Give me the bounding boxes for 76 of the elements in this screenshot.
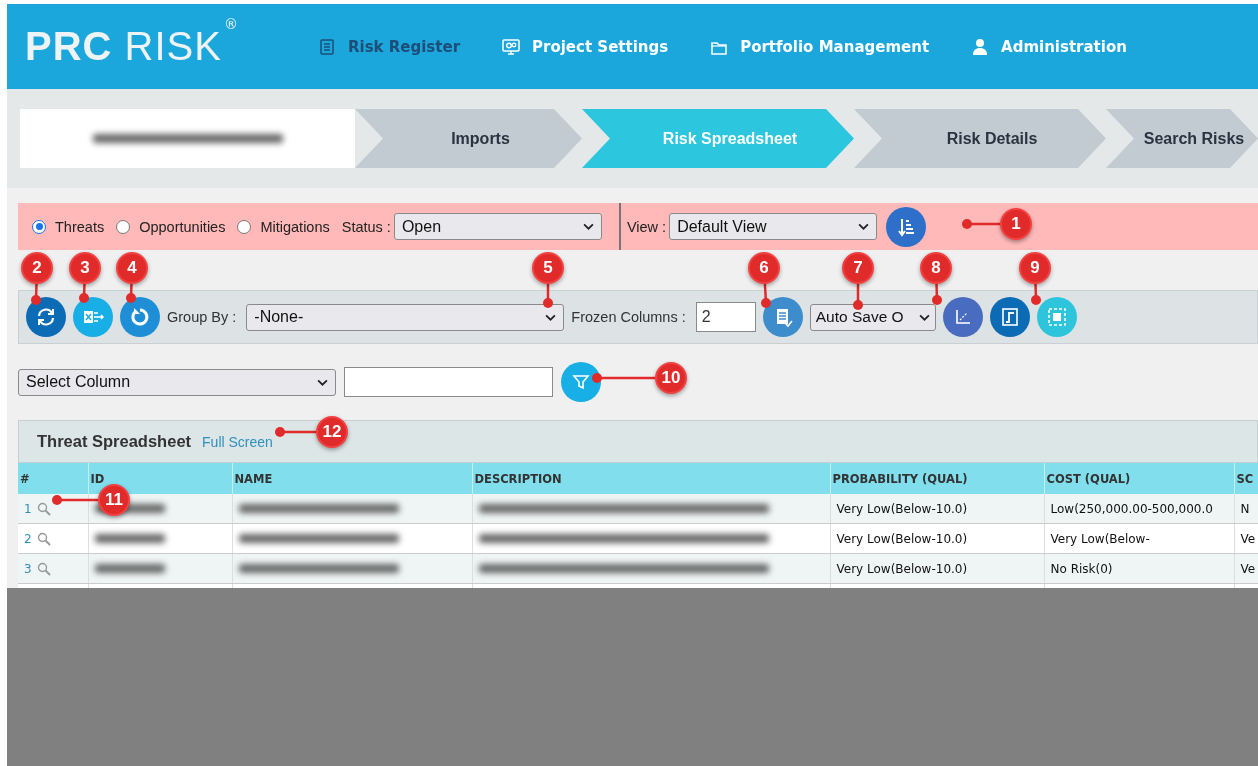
step-tab[interactable]: Imports — [355, 109, 582, 168]
group-by-select[interactable]: -None- — [246, 303, 565, 331]
caret-icon — [582, 223, 594, 230]
refresh-button[interactable] — [26, 297, 66, 337]
column-header[interactable]: NAME — [232, 463, 472, 494]
sort-button[interactable] — [886, 206, 927, 247]
column-select[interactable]: Select Column — [18, 368, 336, 396]
list-icon — [317, 37, 336, 56]
fit-screen-icon — [1045, 306, 1068, 328]
column-list-button[interactable] — [762, 297, 803, 337]
caret-icon — [545, 313, 557, 321]
radio-icon[interactable] — [32, 219, 46, 234]
leader-line — [1031, 282, 1041, 305]
logo: PRC RISK — [25, 24, 222, 69]
spreadsheet-title: Threat Spreadsheet — [37, 432, 192, 451]
column-header[interactable]: # — [18, 463, 88, 494]
project-step[interactable] — [20, 109, 355, 168]
step-tab[interactable]: Risk Details — [854, 109, 1106, 168]
table-cell: Very Low(Below- — [1044, 523, 1234, 554]
leader-line — [761, 282, 771, 308]
table-cell: N — [1234, 494, 1258, 524]
table-cell: Very Low(Below-10.0) — [830, 494, 1044, 524]
status-label: Status : — [341, 218, 391, 235]
table-cell: No Risk(0) — [1044, 553, 1234, 584]
search-icon[interactable] — [36, 561, 51, 576]
filter-input[interactable] — [344, 367, 553, 397]
leader-line — [52, 495, 99, 505]
chart-button[interactable] — [942, 297, 983, 337]
leader-line — [79, 282, 89, 303]
frozen-columns-label: Frozen Columns : — [571, 309, 686, 325]
view-label: View : — [626, 218, 667, 235]
leader-line — [932, 282, 942, 305]
frozen-columns-input[interactable]: 2 — [695, 302, 756, 332]
radio-icon[interactable] — [116, 219, 131, 234]
caret-icon — [317, 378, 328, 386]
caret-icon — [858, 223, 870, 230]
excel-export-button[interactable] — [73, 297, 113, 337]
auto-save-select[interactable]: Auto Save O — [809, 303, 936, 331]
radio-option[interactable]: Mitigations — [237, 218, 330, 235]
blurred-text — [94, 534, 165, 543]
leader-line — [543, 283, 553, 308]
radio-option[interactable]: Opportunities — [116, 218, 226, 235]
leader-line — [31, 282, 41, 305]
caret-icon — [918, 313, 930, 321]
radio-icon[interactable] — [237, 219, 252, 234]
step-chart-button[interactable] — [989, 297, 1030, 337]
status-select[interactable]: Open — [393, 213, 602, 240]
leader-line — [853, 283, 863, 310]
leader-line — [962, 219, 1001, 229]
refresh-icon — [35, 306, 57, 328]
filter-button[interactable] — [561, 362, 601, 402]
person-icon — [971, 37, 990, 56]
column-header[interactable]: SC — [1234, 463, 1258, 494]
leader-line — [275, 427, 317, 437]
step-tab[interactable]: Search Risks — [1106, 109, 1258, 168]
group-by-label: Group By : — [167, 309, 237, 325]
table-cell: Very Low(Below-10.0) — [830, 523, 1044, 554]
reset-icon — [129, 306, 151, 328]
leader-line — [592, 373, 656, 383]
blurred-text — [94, 564, 165, 573]
fit-screen-button[interactable] — [1036, 297, 1077, 337]
search-icon[interactable] — [36, 531, 51, 546]
registered-mark: ® — [223, 16, 238, 32]
view-select[interactable]: Default View — [669, 213, 878, 240]
leader-line — [126, 282, 136, 303]
search-icon[interactable] — [36, 501, 51, 516]
reset-button[interactable] — [120, 297, 160, 337]
table-cell: Low(250,000.00-500,000.0 — [1044, 494, 1234, 524]
column-header[interactable]: PROBABILITY (QUAL) — [830, 463, 1044, 494]
column-header[interactable]: ID — [88, 463, 232, 494]
table-cell: Very Low(Below-10.0) — [830, 553, 1044, 584]
column-header[interactable]: DESCRIPTION — [472, 463, 830, 494]
column-header[interactable]: COST (QUAL) — [1044, 463, 1234, 494]
monitor-gears-icon — [502, 37, 521, 56]
radio-option[interactable]: Threats — [32, 218, 105, 235]
row-number[interactable]: 2 — [24, 531, 32, 546]
